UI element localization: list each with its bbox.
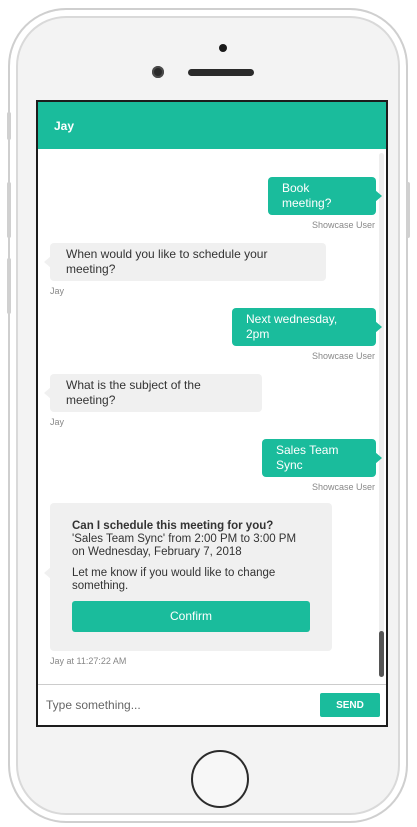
message-sender: Jay <box>50 417 65 427</box>
confirm-button[interactable]: Confirm <box>72 601 310 632</box>
message-text: Book meeting? <box>282 181 332 210</box>
power-button <box>406 182 410 238</box>
home-button[interactable] <box>191 750 249 808</box>
message-text: When would you like to schedule your mee… <box>66 247 268 276</box>
scrollbar-track[interactable] <box>379 153 384 677</box>
bot-message: What is the subject of the meeting? <box>44 374 262 412</box>
change-note: Let me know if you would like to change … <box>72 567 276 592</box>
message-sender: Showcase User <box>311 220 375 230</box>
chat-screen: Jay Book meeting? Showcase User When wou… <box>36 100 388 727</box>
confirmation-card: Can I schedule this meeting for you? 'Sa… <box>44 503 332 651</box>
user-message: Book meeting? <box>268 177 382 215</box>
card-title: Can I schedule this meeting for you? <box>72 520 274 532</box>
message-text: Next wednesday, 2pm <box>246 312 338 341</box>
message-composer: SEND <box>38 684 386 725</box>
chat-header: Jay <box>38 102 386 149</box>
volume-down-button <box>7 258 11 314</box>
meeting-details: 'Sales Team Sync' from 2:00 PM to 3:00 P… <box>72 533 297 558</box>
message-sender: Showcase User <box>311 482 375 492</box>
message-input[interactable] <box>44 693 308 717</box>
message-text: What is the subject of the meeting? <box>66 378 201 407</box>
send-button-label: SEND <box>336 699 364 711</box>
message-text: Sales Team Sync <box>276 443 339 472</box>
chat-title: Jay <box>54 119 75 133</box>
earpiece-speaker <box>188 69 254 76</box>
volume-up-button <box>7 182 11 238</box>
send-button[interactable]: SEND <box>320 693 380 717</box>
user-message: Next wednesday, 2pm <box>232 308 382 346</box>
camera-lens-icon <box>152 66 164 78</box>
confirm-button-label: Confirm <box>169 609 212 623</box>
mute-switch <box>7 112 11 140</box>
message-sender: Jay <box>50 286 65 296</box>
message-timestamp: Jay at 11:27:22 AM <box>50 656 127 666</box>
front-camera-icon <box>219 44 227 52</box>
message-list[interactable]: Book meeting? Showcase User When would y… <box>38 149 386 685</box>
bot-message: When would you like to schedule your mee… <box>44 243 326 281</box>
message-sender: Showcase User <box>311 351 375 361</box>
scrollbar-thumb[interactable] <box>379 631 384 677</box>
user-message: Sales Team Sync <box>262 439 382 477</box>
